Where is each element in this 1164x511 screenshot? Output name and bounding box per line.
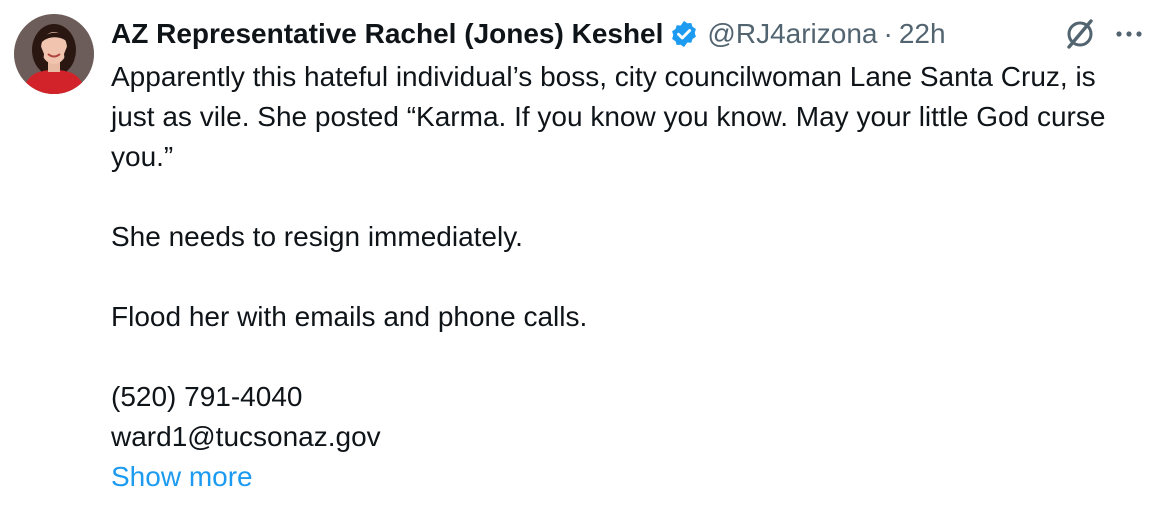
header-actions [1062,16,1144,52]
tweet: AZ Representative Rachel (Jones) Keshel … [0,0,1164,511]
header-separator: · [883,18,893,49]
grok-icon[interactable] [1062,16,1098,52]
more-options-icon[interactable] [1114,16,1144,52]
tweet-paragraph: Flood her with emails and phone calls. [111,301,588,332]
show-more-link[interactable]: Show more [111,457,1121,497]
tweet-header: AZ Representative Rachel (Jones) Keshel … [111,14,1144,54]
tweet-timestamp[interactable]: 22h [899,18,946,50]
author-handle[interactable]: @RJ4arizona [707,18,877,50]
tweet-paragraph: Apparently this hateful individual’s bos… [111,61,1106,172]
author-name[interactable]: AZ Representative Rachel (Jones) Keshel [111,18,663,50]
email-address[interactable]: ward1@tucsonaz.gov [111,417,1121,457]
avatar[interactable] [14,14,94,94]
verified-badge-icon [669,19,699,49]
avatar-image [14,14,94,94]
phone-number: (520) 791-4040 [111,381,303,412]
tweet-paragraph: She needs to resign immediately. [111,221,523,252]
tweet-text: Apparently this hateful individual’s bos… [111,57,1121,497]
